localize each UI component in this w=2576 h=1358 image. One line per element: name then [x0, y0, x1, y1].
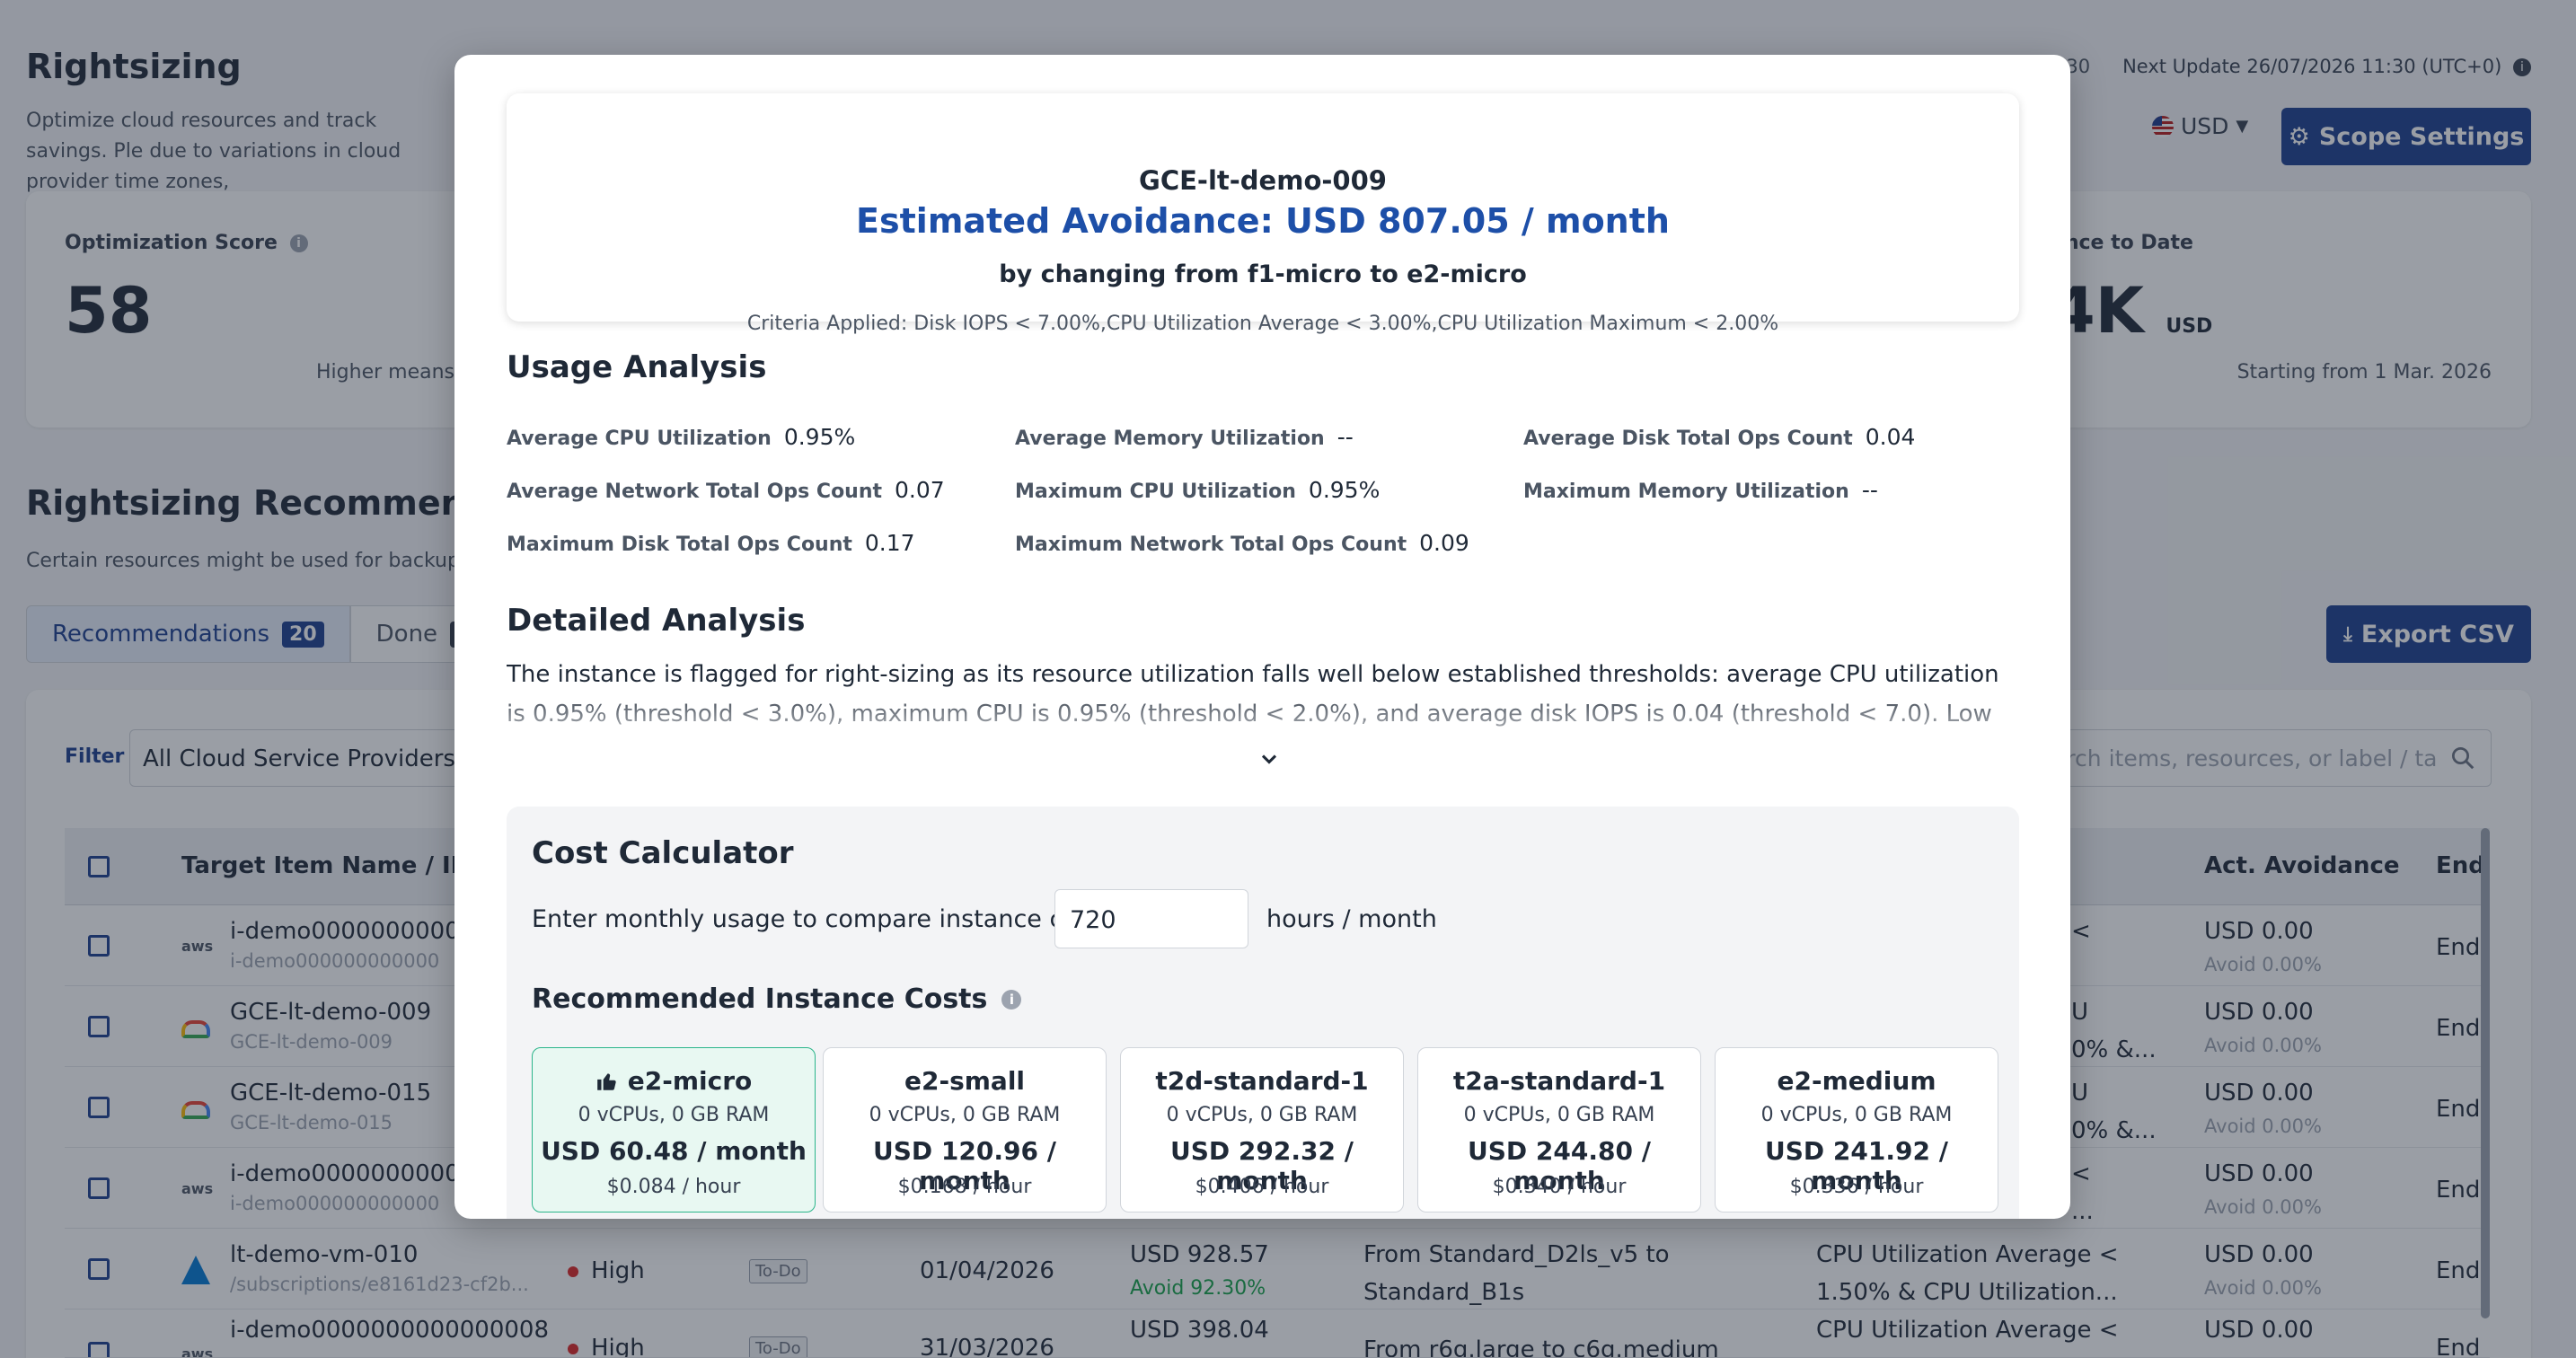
metric-max-memory: Maximum Memory Utilization --	[1523, 477, 1878, 503]
metric-max-disk-ops: Maximum Disk Total Ops Count 0.17	[507, 530, 915, 556]
instance-name: t2d-standard-1	[1155, 1066, 1369, 1096]
instance-card-t2d-standard-1[interactable]: t2d-standard-1 0 vCPUs, 0 GB RAM USD 292…	[1120, 1047, 1404, 1212]
metric-max-cpu: Maximum CPU Utilization 0.95%	[1015, 477, 1381, 503]
instance-name: e2-small	[904, 1066, 1026, 1096]
instance-card-e2-micro[interactable]: e2-micro 0 vCPUs, 0 GB RAM USD 60.48 / m…	[532, 1047, 816, 1212]
metric-max-network-ops: Maximum Network Total Ops Count 0.09	[1015, 530, 1469, 556]
instance-monthly-cost: USD 60.48 / month	[541, 1136, 807, 1166]
info-icon[interactable]: i	[1001, 989, 1022, 1010]
text-fade	[507, 696, 2025, 736]
instance-spec: 0 vCPUs, 0 GB RAM	[1463, 1104, 1655, 1126]
instance-name: e2-micro	[533, 1066, 815, 1096]
instance-name: t2a-standard-1	[1452, 1066, 1666, 1096]
instance-card-e2-medium[interactable]: e2-medium 0 vCPUs, 0 GB RAM USD 241.92 /…	[1715, 1047, 1998, 1212]
metric-avg-cpu: Average CPU Utilization 0.95%	[507, 424, 856, 450]
instance-hourly-cost: $0.340 / hour	[1492, 1176, 1627, 1198]
usage-input-label: Enter monthly usage to compare instance …	[532, 905, 1121, 933]
thumbs-up-icon	[596, 1072, 616, 1090]
summary-card: GCE-lt-demo-009 Estimated Avoidance: USD…	[507, 93, 2019, 335]
instance-card-t2a-standard-1[interactable]: t2a-standard-1 0 vCPUs, 0 GB RAM USD 244…	[1417, 1047, 1701, 1212]
instance-hourly-cost: $0.406 / hour	[1195, 1176, 1329, 1198]
instance-card-e2-small[interactable]: e2-small 0 vCPUs, 0 GB RAM USD 120.96 / …	[823, 1047, 1107, 1212]
instance-name: e2-medium	[1777, 1066, 1936, 1096]
instance-hourly-cost: $0.084 / hour	[606, 1176, 741, 1198]
hours-unit-label: hours / month	[1266, 905, 1437, 933]
recommendation-detail-modal: GCE-lt-demo-009 Estimated Avoidance: USD…	[454, 55, 2070, 1219]
recommended-costs-title: Recommended Instance Costs i	[532, 983, 1022, 1015]
resource-name: GCE-lt-demo-009	[1139, 165, 1387, 196]
expand-chevron-icon[interactable]	[1257, 746, 1282, 772]
metric-avg-disk-ops: Average Disk Total Ops Count 0.04	[1523, 424, 1916, 450]
instance-spec: 0 vCPUs, 0 GB RAM	[1166, 1104, 1358, 1126]
cost-calculator: Cost Calculator Enter monthly usage to c…	[507, 807, 2019, 1219]
instance-spec: 0 vCPUs, 0 GB RAM	[578, 1104, 770, 1126]
estimated-avoidance: Estimated Avoidance: USD 807.05 / month	[856, 201, 1670, 241]
cost-calculator-title: Cost Calculator	[532, 835, 794, 871]
instance-spec: 0 vCPUs, 0 GB RAM	[869, 1104, 1061, 1126]
usage-analysis-title: Usage Analysis	[507, 349, 767, 385]
metric-avg-memory: Average Memory Utilization --	[1015, 424, 1354, 450]
change-description: by changing from f1-micro to e2-micro	[999, 260, 1527, 288]
detailed-analysis-title: Detailed Analysis	[507, 603, 806, 639]
instance-spec: 0 vCPUs, 0 GB RAM	[1760, 1104, 1953, 1126]
instance-hourly-cost: $0.336 / hour	[1789, 1176, 1924, 1198]
criteria-applied: Criteria Applied: Disk IOPS < 7.00%,CPU …	[746, 313, 1779, 335]
metric-avg-network-ops: Average Network Total Ops Count 0.07	[507, 477, 945, 503]
instance-hourly-cost: $0.168 / hour	[897, 1176, 1032, 1198]
monthly-hours-input[interactable]: 720	[1054, 889, 1248, 948]
